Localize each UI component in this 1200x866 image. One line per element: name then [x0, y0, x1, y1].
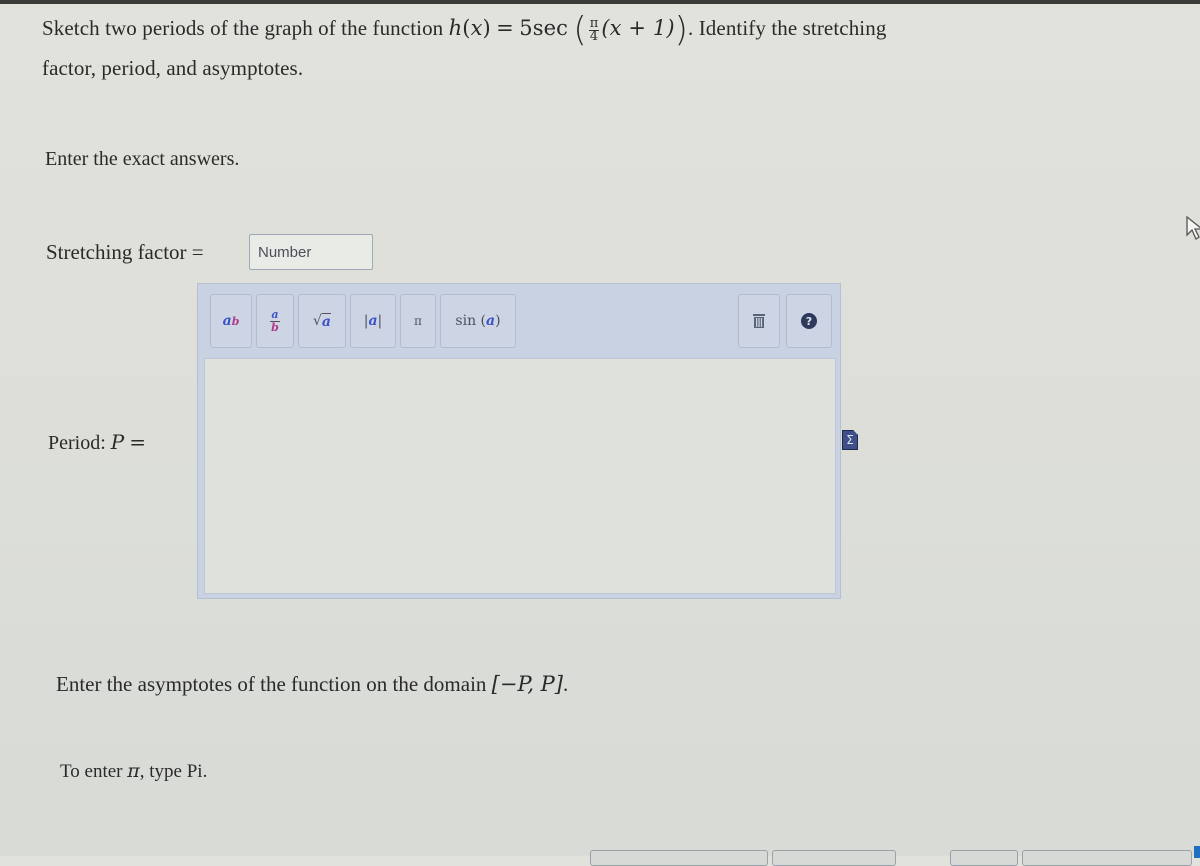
mouse-cursor-icon	[1186, 215, 1200, 240]
pi-button[interactable]: π	[400, 294, 436, 348]
equals-sign: =	[496, 16, 514, 40]
bottom-button-1[interactable]	[590, 850, 768, 866]
period-label: Period: P =	[48, 430, 147, 454]
fraction-button[interactable]: ab	[256, 294, 294, 348]
function-name: h	[448, 16, 463, 40]
question-line-2: factor, period, and asymptotes.	[42, 56, 304, 80]
question-prefix: Sketch two periods of the graph of the f…	[42, 16, 444, 40]
power-button[interactable]: ab	[210, 294, 252, 348]
period-answer-area[interactable]	[204, 358, 836, 594]
svg-text:?: ?	[806, 315, 812, 328]
bottom-button-2[interactable]	[772, 850, 896, 866]
bottom-button-4[interactable]	[1022, 850, 1192, 866]
math-editor: ab ab √ a | a | π sin (a) ?	[197, 283, 841, 599]
help-icon: ?	[801, 313, 817, 329]
domain-interval: [−P, P]	[491, 672, 563, 696]
delete-button[interactable]	[738, 294, 780, 348]
pi-over-4-fraction: π4	[588, 15, 600, 44]
sqrt-button[interactable]: √ a	[298, 294, 346, 348]
top-bezel	[0, 0, 1200, 4]
trash-icon	[753, 314, 765, 328]
inner-expression: (x + 1)	[601, 16, 675, 40]
pi-hint: To enter π, type Pi.	[60, 760, 208, 782]
math-toolbar: ab ab √ a | a | π sin (a) ?	[198, 284, 840, 358]
asymptotes-prompt: Enter the asymptotes of the function on …	[56, 672, 569, 696]
exact-answers-prompt: Enter the exact answers.	[45, 148, 240, 170]
help-button[interactable]: ?	[786, 294, 832, 348]
bottom-button-3[interactable]	[950, 850, 1018, 866]
trig-function: sec	[532, 16, 568, 40]
abs-button[interactable]: | a |	[350, 294, 396, 348]
function-variable: x	[470, 16, 483, 40]
equation-editor-icon[interactable]: Σ	[842, 430, 858, 450]
question-line-1: Sketch two periods of the graph of the f…	[42, 10, 887, 50]
stretching-factor-input[interactable]: Number	[249, 234, 373, 270]
sin-button[interactable]: sin (a)	[440, 294, 516, 348]
stretching-factor-label: Stretching factor =	[46, 240, 204, 264]
bottom-edge-accent	[1194, 846, 1200, 858]
question-suffix: . Identify the stretching	[688, 16, 887, 40]
coefficient: 5	[519, 16, 533, 40]
